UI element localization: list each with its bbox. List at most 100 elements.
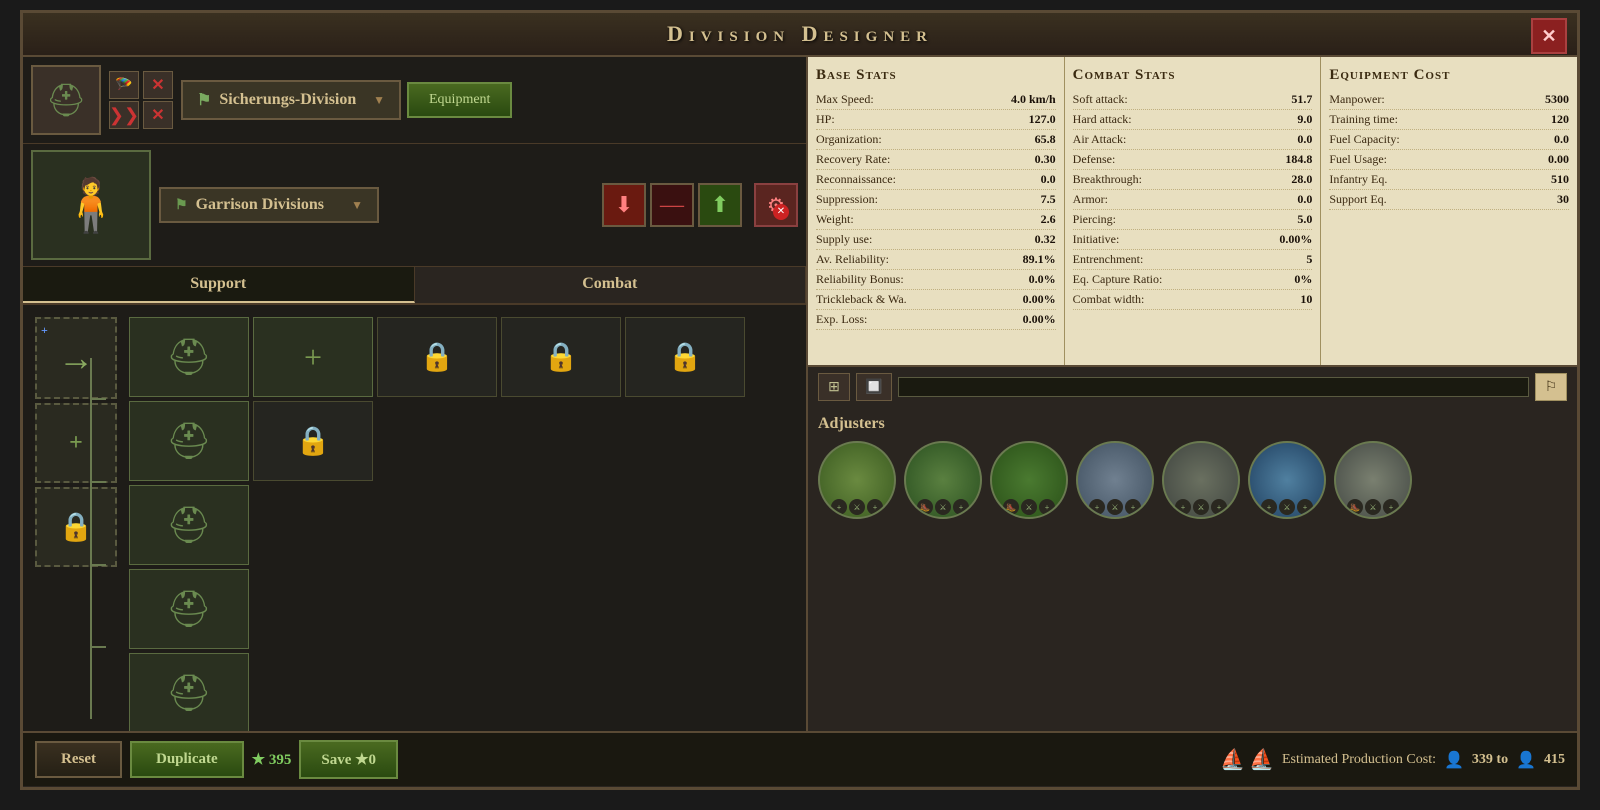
unit-icon-box[interactable]: ⛑ [31,65,101,135]
action-buttons: ⬇ — ⬆ ⚙ ✕ [602,183,798,227]
x-badge-bottom[interactable]: ✕ [143,101,173,129]
xp-display: ★ 395 [252,750,292,769]
adj-sub-12: + [1125,499,1141,515]
unit-slot-1-5[interactable]: 🔒 [625,317,745,397]
adj-tank-btn[interactable]: 🔲 [856,373,892,401]
combat-row-2: ⛑ 🔒 [129,401,745,481]
unit-slot-1-3[interactable]: 🔒 [377,317,497,397]
adjuster-icons-grid: + ⚔ + 🥾 ⚔ + 🥾 [818,441,1567,519]
adjuster-winter[interactable]: 🥾 ⚔ + [1334,441,1412,519]
adjuster-forest[interactable]: 🥾 ⚔ + [904,441,982,519]
support-slot-3[interactable]: 🔒 [35,487,117,567]
demote-button[interactable]: ⬇ [602,183,646,227]
unit-slot-1-2[interactable]: + [253,317,373,397]
stat-reliability: Av. Reliability: 89.1% [816,250,1056,270]
adjuster-jungle[interactable]: 🥾 ⚔ + [990,441,1068,519]
adj-grid-btn[interactable]: ⊞ [818,373,850,401]
top-controls: ⛑ 🪂 ✕ ❯❯ [23,57,806,144]
xp-value: ★ 395 [252,750,292,769]
minus-icon: — [660,192,684,219]
adj-sub-3: + [867,499,883,515]
stats-area: Base Stats Max Speed: 4.0 km/h HP: 127.0… [808,57,1577,365]
stat-fuel-usage: Fuel Usage: 0.00 [1329,150,1569,170]
adj-search-btn[interactable]: ⚐ [1535,373,1567,401]
parachute-badge[interactable]: 🪂 [109,71,139,99]
second-row: 🧍 ⚑ Garrison Divisions ▼ ⬇ — [23,144,806,267]
combat-row-1: ⛑ + 🔒 🔒 🔒 [129,317,745,397]
lock-icon-1: 🔒 [59,510,94,544]
garrison-name-box[interactable]: ⚑ Garrison Divisions ▼ [159,187,379,223]
adj-sub-14: ⚔ [1193,499,1209,515]
helmet-unit-5: ⛑ [166,672,212,714]
x-mark-icon: ✕ [151,75,164,95]
adjusters-panel: Adjusters + ⚔ + 🥾 ⚔ + [808,407,1577,731]
duplicate-button[interactable]: Duplicate [130,741,244,778]
unit-slot-3-1[interactable]: ⛑ [129,485,249,565]
stat-combat-width: Combat width: 10 [1073,290,1313,310]
stat-recon: Reconnaissance: 0.0 [816,170,1056,190]
adj-sub-18: + [1297,499,1313,515]
stat-reliability-bonus: Reliability Bonus: 0.0% [816,270,1056,290]
production-max: 415 [1544,752,1565,768]
reset-button[interactable]: Reset [35,741,122,778]
stat-infantry-eq: Infantry Eq. 510 [1329,170,1569,190]
adj-search-bar[interactable] [898,377,1529,397]
unit-slot-2-2[interactable]: 🔒 [253,401,373,481]
stat-org: Organization: 65.8 [816,130,1056,150]
base-stats-header: Base Stats [816,63,1056,90]
minus-button[interactable]: — [650,183,694,227]
adj-sub-8: ⚔ [1021,499,1037,515]
adjuster-urban[interactable]: + ⚔ + [1162,441,1240,519]
garrison-row: ⚑ Garrison Divisions ▼ [159,187,594,223]
chevron-badge[interactable]: ❯❯ [109,101,139,129]
tab-support[interactable]: Support [23,267,415,303]
combat-stats-header: Combat Stats [1073,63,1313,90]
stat-fuel-capacity: Fuel Capacity: 0.0 [1329,130,1569,150]
equipment-button[interactable]: Equipment [407,82,512,118]
lock-icon-3: 🔒 [544,340,579,374]
arrow-icon: → [58,337,94,379]
save-button[interactable]: Save ★0 [299,740,398,779]
stat-air-attack: Air Attack: 0.0 [1073,130,1313,150]
close-button[interactable]: ✕ [1531,18,1567,54]
adj-sub-16: + [1261,499,1277,515]
stat-trickleback: Trickleback & Wa. 0.00% [816,290,1056,310]
lock-icon-2: 🔒 [420,340,455,374]
stat-initiative: Initiative: 0.00% [1073,230,1313,250]
battalion-area: + → + 🔒 [23,305,806,731]
adj-sub-13: + [1175,499,1191,515]
x-mark-icon2: ✕ [151,105,164,125]
ship-icons: ⛵ ⛵ [1220,747,1274,772]
unit-slot-2-1[interactable]: ⛑ [129,401,249,481]
chevron-icon: ❯❯ [109,105,139,126]
lock-icon-5: 🔒 [296,424,331,458]
support-add-slot[interactable]: + → [35,317,117,399]
x-badge-top[interactable]: ✕ [143,71,173,99]
tab-combat[interactable]: Combat [415,267,807,303]
delete-button[interactable]: ⚙ ✕ [754,183,798,227]
support-slot-2[interactable]: + [35,403,117,483]
promote-button[interactable]: ⬆ [698,183,742,227]
adj-sub-7: 🥾 [1003,499,1019,515]
unit-slot-4-1[interactable]: ⛑ [129,569,249,649]
adj-sub-10: + [1089,499,1105,515]
promote-icon: ⬆ [711,192,729,218]
adjuster-hills[interactable]: + ⚔ + [1076,441,1154,519]
unit-slot-1-1[interactable]: ⛑ [129,317,249,397]
adjuster-plains[interactable]: + ⚔ + [818,441,896,519]
unit-slot-1-4[interactable]: 🔒 [501,317,621,397]
adjuster-river[interactable]: + ⚔ + [1248,441,1326,519]
unit-slot-5-1[interactable]: ⛑ [129,653,249,731]
rank-badges: 🪂 ✕ ❯❯ ✕ [109,71,173,129]
stat-hard-attack: Hard attack: 9.0 [1073,110,1313,130]
stat-manpower: Manpower: 5300 [1329,90,1569,110]
stat-armor: Armor: 0.0 [1073,190,1313,210]
division-type-icon: ⚑ [197,90,211,110]
helmet-unit-4: ⛑ [166,588,212,630]
support-column: + → + 🔒 [35,317,117,719]
division-designer-window: Division Designer ✕ ⛑ 🪂 ✕ [20,10,1580,790]
stat-soft-attack: Soft attack: 51.7 [1073,90,1313,110]
garrison-name-label: Garrison Divisions [196,196,324,214]
combat-stats-col: Combat Stats Soft attack: 51.7 Hard atta… [1065,57,1322,365]
division-name-box[interactable]: ⚑ Sicherungs-Division ▼ [181,80,401,120]
